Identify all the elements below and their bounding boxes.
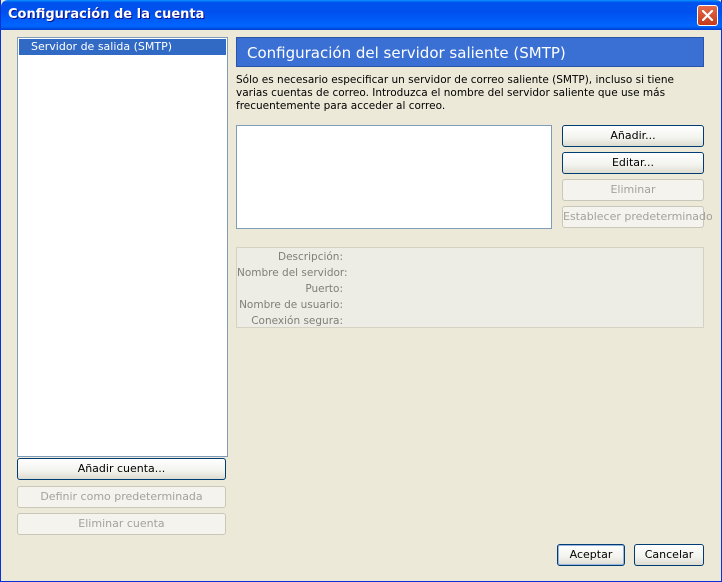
account-settings-window: Configuración de la cuenta Servidor de s… <box>0 0 722 582</box>
close-button[interactable] <box>697 5 718 26</box>
page-title: Configuración del servidor saliente (SMT… <box>236 37 704 67</box>
description-label: Descripción: <box>278 251 343 263</box>
remove-account-button[interactable]: Eliminar cuenta <box>17 513 226 535</box>
smtp-description: Sólo es necesario especificar un servido… <box>236 74 674 112</box>
add-server-button[interactable]: Añadir... <box>562 125 704 147</box>
edit-server-button[interactable]: Editar... <box>562 152 704 174</box>
account-item-smtp[interactable]: Servidor de salida (SMTP) <box>19 39 226 55</box>
secure-connection-label: Conexión segura: <box>251 315 343 327</box>
server-details-panel: Descripción: Nombre del servidor: Puerto… <box>236 247 704 328</box>
close-icon <box>702 10 713 21</box>
accept-button[interactable]: Aceptar <box>557 544 625 566</box>
account-tree[interactable]: Servidor de salida (SMTP) <box>17 37 228 457</box>
cancel-button[interactable]: Cancelar <box>634 544 704 566</box>
set-default-account-button[interactable]: Definir como predeterminada <box>17 486 226 508</box>
smtp-server-list[interactable] <box>236 125 552 229</box>
port-label: Puerto: <box>305 283 343 295</box>
server-name-label: Nombre del servidor: <box>237 267 348 279</box>
window-title: Configuración de la cuenta <box>8 7 205 22</box>
remove-server-button[interactable]: Eliminar <box>562 179 704 201</box>
set-default-server-button[interactable]: Establecer predeterminado <box>562 206 713 228</box>
title-bar[interactable]: Configuración de la cuenta <box>1 0 722 30</box>
add-account-button[interactable]: Añadir cuenta... <box>17 458 226 480</box>
username-label: Nombre de usuario: <box>239 299 343 311</box>
